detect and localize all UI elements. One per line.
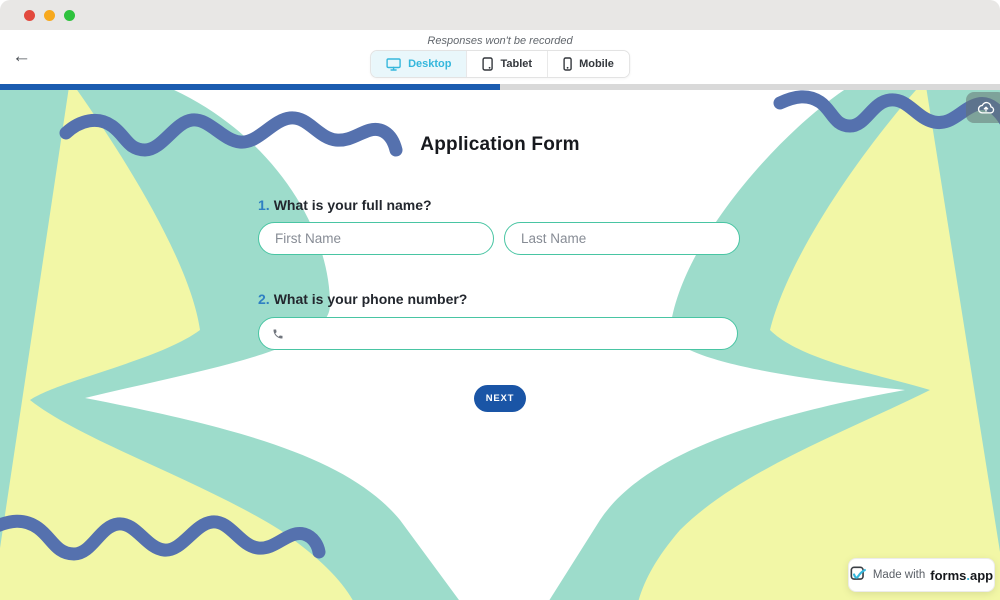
titlebar	[0, 0, 1000, 30]
tab-tablet-label: Tablet	[500, 58, 532, 70]
form-title: Application Form	[0, 134, 1000, 156]
made-with-text: Made with	[873, 569, 925, 581]
zoom-window-button[interactable]	[64, 10, 75, 21]
form-stage: Application Form 1.What is your full nam…	[0, 90, 1000, 600]
upload-theme-button[interactable]	[966, 92, 1000, 123]
question-2-text: What is your phone number?	[274, 291, 468, 307]
forms-app-logo-icon	[850, 566, 868, 584]
tab-mobile[interactable]: Mobile	[548, 51, 629, 77]
tab-desktop[interactable]: Desktop	[371, 51, 467, 77]
next-button[interactable]: NEXT	[474, 385, 526, 412]
question-2-label: 2.What is your phone number?	[258, 291, 467, 307]
tab-mobile-label: Mobile	[579, 58, 614, 70]
name-fields-row	[258, 222, 740, 255]
tab-tablet[interactable]: Tablet	[467, 51, 548, 77]
form-content: Application Form 1.What is your full nam…	[0, 90, 1000, 600]
mobile-icon	[563, 57, 572, 71]
tab-desktop-label: Desktop	[408, 58, 451, 70]
phone-input[interactable]	[292, 325, 724, 342]
minimize-window-button[interactable]	[44, 10, 55, 21]
phone-icon	[272, 328, 284, 340]
phone-field[interactable]	[258, 317, 738, 350]
back-arrow-icon[interactable]: ←	[12, 47, 31, 66]
made-with-badge[interactable]: Made with forms.app	[848, 558, 995, 592]
preview-window: ← Responses won't be recorded Desktop Ta…	[0, 0, 1000, 600]
first-name-input[interactable]	[258, 222, 494, 255]
question-1-label: 1.What is your full name?	[258, 197, 432, 213]
preview-toolbar: ← Responses won't be recorded Desktop Ta…	[0, 30, 1000, 84]
tablet-icon	[482, 57, 493, 71]
device-tab-group: Desktop Tablet Mobile	[370, 50, 630, 78]
last-name-input[interactable]	[504, 222, 740, 255]
cloud-upload-icon	[977, 101, 995, 115]
question-1-text: What is your full name?	[274, 197, 432, 213]
brand-forms: forms.app	[930, 568, 993, 583]
monitor-icon	[386, 58, 401, 71]
close-window-button[interactable]	[24, 10, 35, 21]
question-1-number: 1.	[258, 197, 270, 213]
responses-note: Responses won't be recorded	[0, 35, 1000, 47]
question-2-number: 2.	[258, 291, 270, 307]
